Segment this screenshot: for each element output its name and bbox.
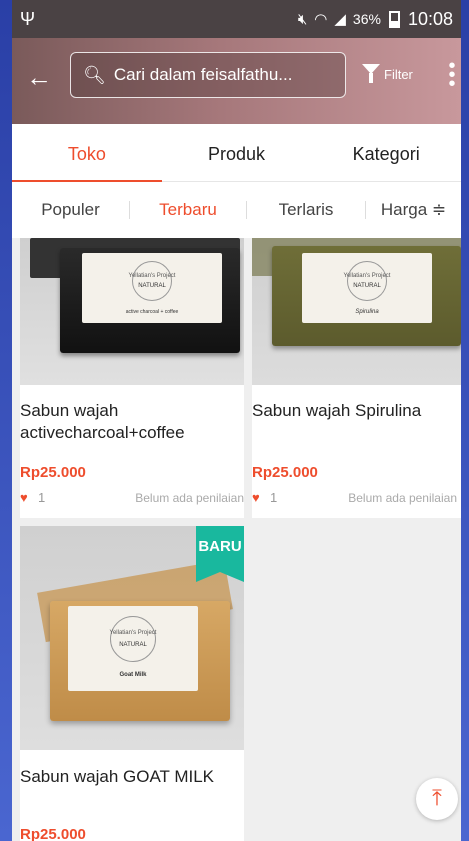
soap-label: Yellatian's Project NATURAL Goat Milk: [68, 606, 198, 691]
soap-label: Yellatian's Project NATURAL Spirulina: [302, 253, 432, 323]
tab-produk[interactable]: Produk: [162, 124, 312, 181]
wifi-icon: ◠: [314, 11, 327, 28]
soap-variant: Spirulina: [355, 309, 379, 315]
brand-natural: NATURAL: [119, 642, 147, 648]
rating-text: Belum ada penilaian: [348, 491, 457, 505]
heart-icon: ♥: [252, 490, 260, 505]
product-image: Yellatian's Project NATURAL Spirulina: [252, 238, 461, 385]
filter-icon: [362, 64, 380, 83]
heart-icon: ♥: [20, 490, 28, 505]
new-badge: BARU: [196, 526, 244, 582]
brand-logo: [110, 616, 156, 662]
search-placeholder: Cari dalam feisalfathu...: [113, 65, 293, 84]
product-card[interactable]: Yellatian's Project NATURAL Goat Milk BA…: [20, 526, 244, 841]
search-icon: 🔍︎: [83, 64, 106, 85]
brand-natural: NATURAL: [138, 283, 166, 289]
tab-toko[interactable]: Toko: [12, 124, 162, 182]
more-options-icon[interactable]: • • •: [448, 56, 456, 94]
usb-icon: Ψ: [20, 8, 36, 29]
status-bar: Ψ 🔇︎ ◠ ◢ 36% 10:08: [12, 0, 461, 38]
scroll-to-top-button[interactable]: ⤒: [416, 778, 458, 820]
product-name: Sabun wajah activecharcoal+coffee: [20, 401, 185, 442]
battery-icon: [388, 10, 400, 28]
sort-terbaru[interactable]: Terbaru: [130, 200, 246, 220]
filter-button[interactable]: Filter: [362, 64, 413, 83]
search-input[interactable]: 🔍︎ Cari dalam feisalfathu...: [70, 52, 346, 98]
brand-logo: [132, 261, 172, 301]
toolbar: ← 🔍︎ Cari dalam feisalfathu... Filter • •…: [12, 38, 461, 124]
product-card[interactable]: Yellatian's Project NATURAL active charc…: [20, 238, 244, 518]
sort-terlaris[interactable]: Terlaris: [247, 200, 365, 220]
sort-populer[interactable]: Populer: [12, 200, 129, 220]
mute-icon: 🔇︎: [297, 10, 308, 28]
signal-icon: ◢: [334, 11, 346, 28]
window-frame-right: [461, 0, 469, 841]
brand-text: Yellatian's Project: [128, 273, 176, 279]
tab-bar: Toko Produk Kategori: [12, 124, 461, 182]
product-image: Yellatian's Project NATURAL active charc…: [20, 238, 244, 385]
like-count: 1: [270, 490, 278, 505]
sort-bar: Populer Terbaru Terlaris Harga ≑: [12, 182, 461, 238]
sort-harga[interactable]: Harga ≑: [366, 200, 461, 220]
rating-text: Belum ada penilaian: [135, 491, 244, 505]
product-name: Sabun wajah Spirulina: [252, 401, 422, 420]
product-price: Rp25.000: [20, 464, 86, 481]
product-card[interactable]: Yellatian's Project NATURAL Spirulina Sa…: [252, 238, 461, 518]
product-price: Rp25.000: [20, 826, 86, 841]
phone-screen: Ψ 🔇︎ ◠ ◢ 36% 10:08 ← 🔍︎ Cari dalam feisa…: [12, 0, 461, 841]
soap-label: Yellatian's Project NATURAL active charc…: [82, 253, 222, 323]
brand-natural: NATURAL: [353, 283, 381, 289]
brand-logo: [347, 261, 387, 301]
product-price: Rp25.000: [252, 464, 318, 481]
like-count: 1: [38, 490, 46, 505]
back-arrow-icon[interactable]: ←: [26, 64, 52, 90]
brand-text: Yellatian's Project: [343, 273, 391, 279]
tab-kategori[interactable]: Kategori: [311, 124, 461, 181]
clock: 10:08: [407, 8, 453, 29]
battery-percent: 36%: [352, 11, 381, 27]
arrow-up-icon: ⤒: [432, 785, 442, 810]
filter-label: Filter: [384, 67, 413, 82]
product-image: Yellatian's Project NATURAL Goat Milk BA…: [20, 526, 244, 750]
soap-variant: Goat Milk: [119, 672, 147, 678]
window-frame-left: [0, 0, 12, 841]
brand-text: Yellatian's Project: [109, 630, 157, 636]
soap-variant: active charcoal + coffee: [125, 309, 179, 315]
product-name: Sabun wajah GOAT MILK: [20, 767, 215, 786]
